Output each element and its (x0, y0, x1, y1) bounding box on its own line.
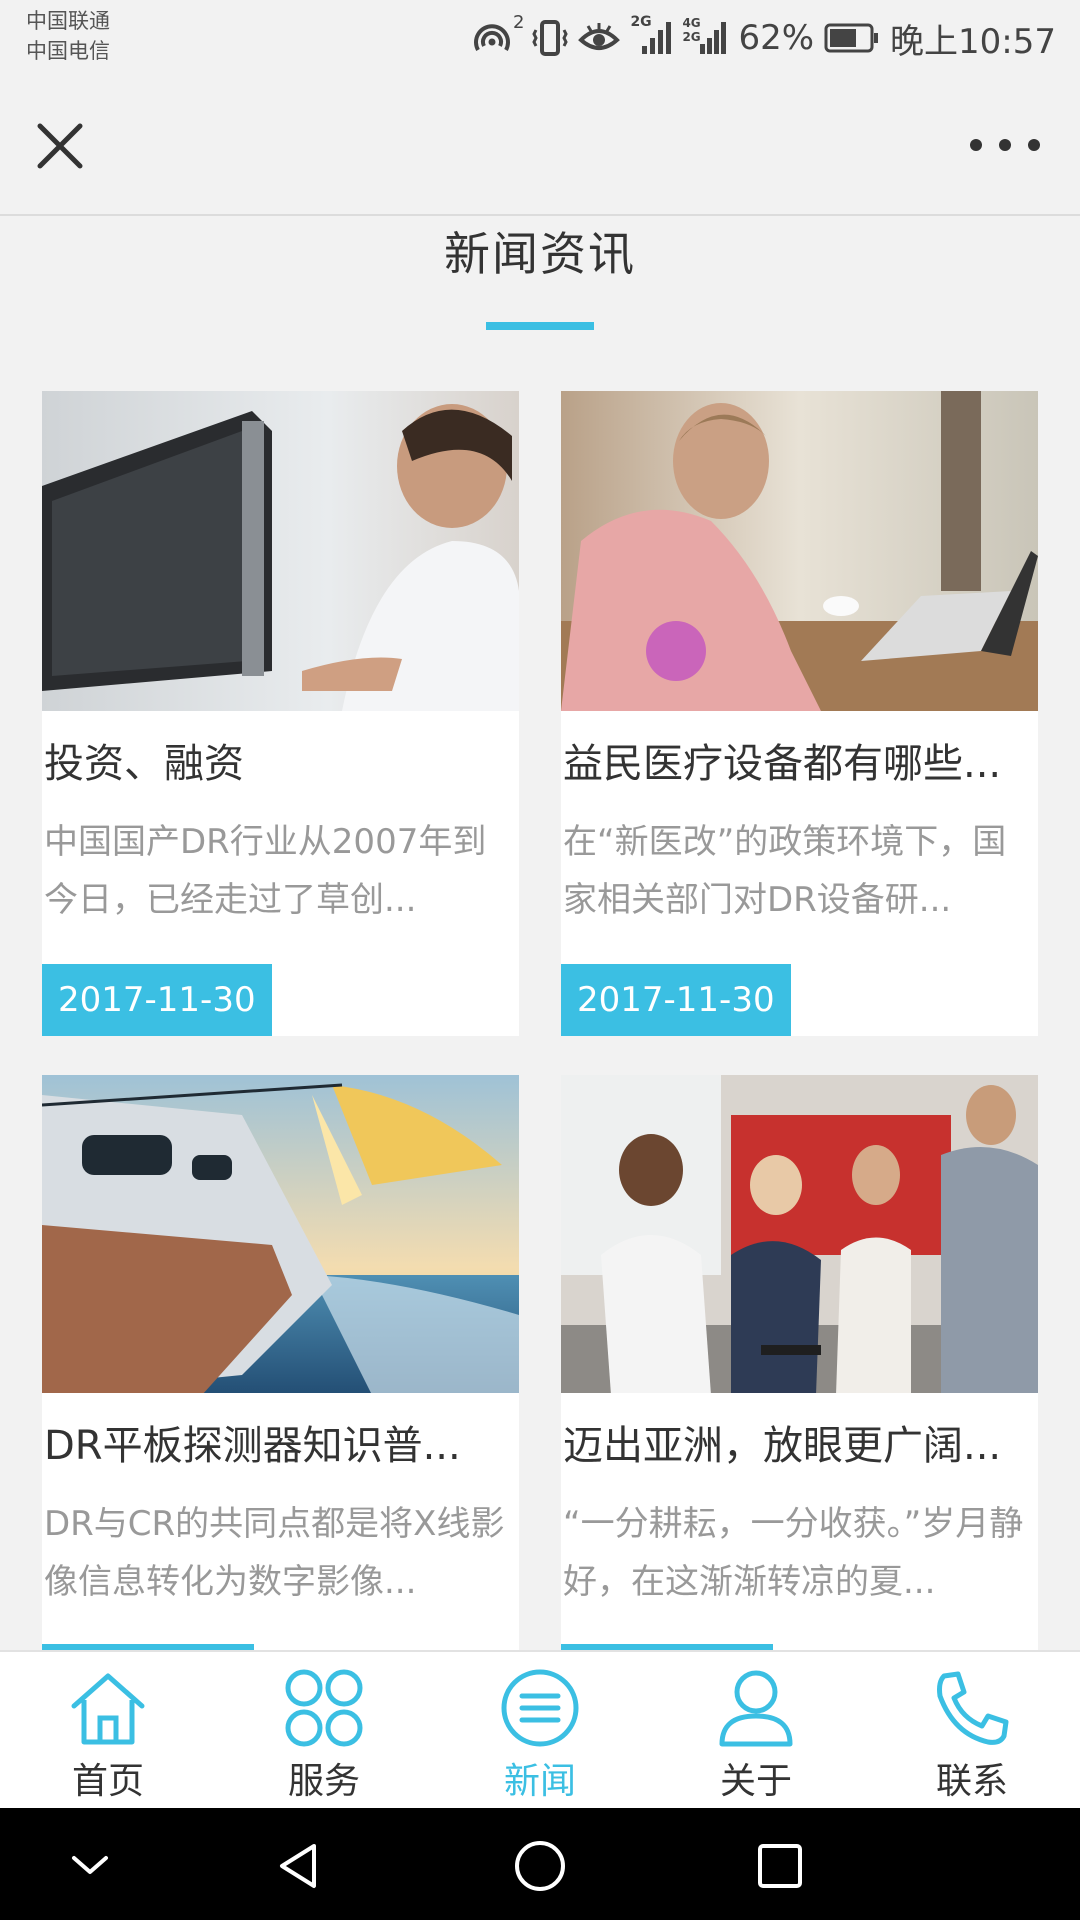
grid-icon (285, 1669, 363, 1747)
hotspot-count: 2 (512, 12, 525, 33)
close-button[interactable] (30, 116, 90, 176)
tab-news[interactable]: 新闻 (432, 1652, 648, 1808)
news-date: 2017-11-30 (42, 964, 272, 1036)
signal-icon-2: 4G 2G (682, 16, 728, 58)
more-button[interactable] (970, 130, 1040, 160)
home-icon (71, 1673, 145, 1745)
status-bar: 中国联通 中国电信 2 2G 4G 2G 62% 晚上10:57 (0, 0, 1080, 76)
nav-bar (0, 76, 1080, 216)
tab-label: 新闻 (503, 1761, 576, 1802)
signal-1-label: 2G (630, 14, 652, 30)
recents-button[interactable] (752, 1838, 808, 1894)
more-dot (970, 139, 982, 151)
tab-services[interactable]: 服务 (216, 1652, 432, 1808)
more-dot (1028, 139, 1040, 151)
chevron-down-icon (72, 1856, 108, 1874)
signal-icon-1: 2G (630, 14, 672, 58)
vibrate-icon (532, 18, 569, 58)
news-date: 2017-11-30 (561, 964, 791, 1036)
tab-home[interactable]: 首页 (0, 1652, 216, 1808)
clock: 晚上10:57 (890, 21, 1056, 62)
carrier-info: 中国联通 中国电信 (26, 6, 110, 66)
more-dot (999, 139, 1011, 151)
tab-label: 关于 (719, 1761, 792, 1802)
battery-percent: 62% (738, 18, 815, 58)
news-desc: “一分耕耘，一分收获。”岁月静好，在这渐渐转凉的夏... (563, 1504, 1024, 1602)
close-icon (37, 123, 83, 169)
back-button[interactable] (272, 1838, 328, 1894)
news-card[interactable]: 迈出亚洲，放眼更广阔... “一分耕耘，一分收获。”岁月静好，在这渐渐转凉的夏.… (561, 1075, 1038, 1650)
news-image-office-group (561, 1075, 1038, 1393)
bottom-tab-bar: 首页 服务 新闻 关于 联系 (0, 1650, 1080, 1808)
news-desc: 中国国产DR行业从2007年到今日，已经走过了草创... (44, 822, 487, 920)
news-desc: DR与CR的共同点都是将X线影像信息转化为数字影像... (44, 1504, 505, 1602)
tab-label: 服务 (287, 1761, 360, 1802)
status-icons: 2 2G 4G 2G 62% 晚上10:57 (470, 12, 1056, 62)
news-desc: 在“新医改”的政策环境下，国家相关部门对DR设备研... (563, 822, 1007, 920)
news-title: 投资、融资 (44, 741, 244, 787)
tab-label: 首页 (71, 1761, 144, 1802)
section-title-underline (486, 322, 594, 330)
news-image-man-on-phone (561, 391, 1038, 711)
home-button[interactable] (512, 1838, 568, 1894)
news-card[interactable]: DR平板探测器知识普... DR与CR的共同点都是将X线影像信息转化为数字影像.… (42, 1075, 519, 1650)
home-circle-icon (515, 1841, 565, 1891)
carrier-1: 中国联通 (26, 9, 110, 33)
news-image-sailboat (42, 1075, 519, 1393)
news-card[interactable]: 投资、融资 中国国产DR行业从2007年到今日，已经走过了草创... 2017-… (42, 391, 519, 1036)
system-nav-bar (0, 1808, 1080, 1920)
app-screen: 中国联通 中国电信 2 2G 4G 2G 62% 晚上10:57 新闻资讯 投资… (0, 0, 1080, 1920)
back-triangle-icon (280, 1844, 316, 1888)
phone-icon (937, 1671, 1009, 1745)
signal-2-label: 4G 2G (682, 16, 701, 44)
section-title: 新闻资讯 (444, 227, 636, 281)
news-title: DR平板探测器知识普... (44, 1423, 461, 1469)
tab-about[interactable]: 关于 (648, 1652, 864, 1808)
news-image-woman-at-monitor (42, 391, 519, 711)
hide-nav-button[interactable] (62, 1838, 118, 1894)
tab-contact[interactable]: 联系 (864, 1652, 1080, 1808)
recents-square-icon (758, 1844, 802, 1888)
tab-label: 联系 (935, 1761, 1008, 1802)
carrier-2: 中国电信 (26, 39, 110, 63)
battery-icon (824, 22, 880, 54)
eye-icon (578, 18, 621, 58)
news-list-icon (501, 1669, 579, 1747)
user-icon (719, 1670, 793, 1747)
news-title: 益民医疗设备都有哪些... (563, 741, 1002, 787)
hotspot-icon: 2 (470, 12, 524, 58)
news-title: 迈出亚洲，放眼更广阔... (563, 1423, 1002, 1469)
news-card[interactable]: 益民医疗设备都有哪些... 在“新医改”的政策环境下，国家相关部门对DR设备研.… (561, 391, 1038, 1036)
